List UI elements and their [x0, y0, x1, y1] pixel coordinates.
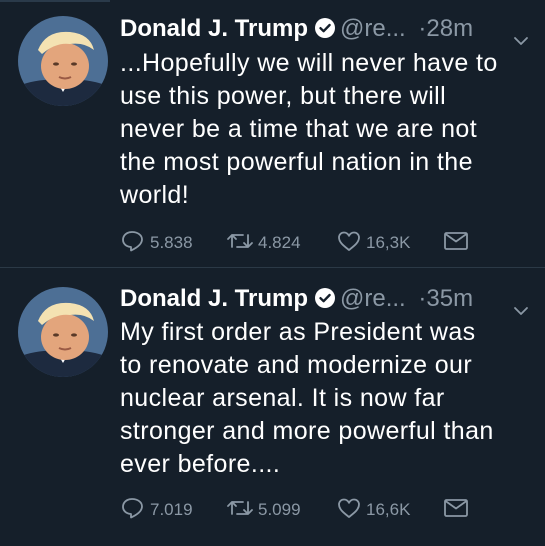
reply-count: 7.019 [150, 500, 193, 519]
like-count: 16,6K [366, 500, 411, 519]
retweet-count: 4.824 [258, 233, 301, 252]
reply-icon [120, 496, 150, 525]
verified-icon [314, 285, 336, 319]
like-button[interactable]: 16,3K [336, 228, 410, 258]
avatar[interactable] [18, 16, 108, 106]
display-name[interactable]: Donald J. Trump [120, 15, 308, 42]
verified-icon [314, 15, 336, 49]
tweet-header: Donald J. Trump @re... ·35m [120, 282, 535, 316]
timestamp[interactable]: 28m [426, 15, 473, 42]
like-icon [336, 496, 366, 525]
reply-button[interactable]: 7.019 [120, 495, 193, 525]
retweet-icon [226, 229, 258, 258]
direct-message-button[interactable] [442, 495, 474, 525]
retweet-button[interactable]: 4.824 [226, 228, 301, 258]
tweet-actions: 5.838 4.824 16,3K [120, 228, 535, 258]
display-name[interactable]: Donald J. Trump [120, 285, 308, 312]
timestamp[interactable]: 35m [426, 285, 473, 312]
reply-count: 5.838 [150, 233, 193, 252]
retweet-icon [226, 496, 258, 525]
username[interactable]: @re... [340, 15, 406, 42]
like-button[interactable]: 16,6K [336, 495, 410, 525]
tweet-header: Donald J. Trump @re... ·28m [120, 12, 535, 46]
reply-button[interactable]: 5.838 [120, 228, 193, 258]
tweet[interactable]: Donald J. Trump @re... ·35m My first orde… [0, 269, 545, 546]
reply-icon [120, 229, 150, 258]
direct-message-icon [442, 496, 474, 525]
direct-message-icon [442, 229, 474, 258]
like-icon [336, 229, 366, 258]
retweet-count: 5.099 [258, 500, 301, 519]
tweet-actions: 7.019 5.099 16,6K [120, 495, 535, 525]
direct-message-button[interactable] [442, 228, 474, 258]
tweet[interactable]: Donald J. Trump @re... ·28m ...Hopefully … [0, 0, 545, 268]
tweet-text: ...Hopefully we will never have to use t… [120, 49, 498, 209]
tweet-text: My first order as President was to renov… [120, 318, 494, 478]
like-count: 16,3K [366, 233, 411, 252]
username[interactable]: @re... [340, 285, 406, 312]
avatar[interactable] [18, 287, 108, 377]
retweet-button[interactable]: 5.099 [226, 495, 301, 525]
